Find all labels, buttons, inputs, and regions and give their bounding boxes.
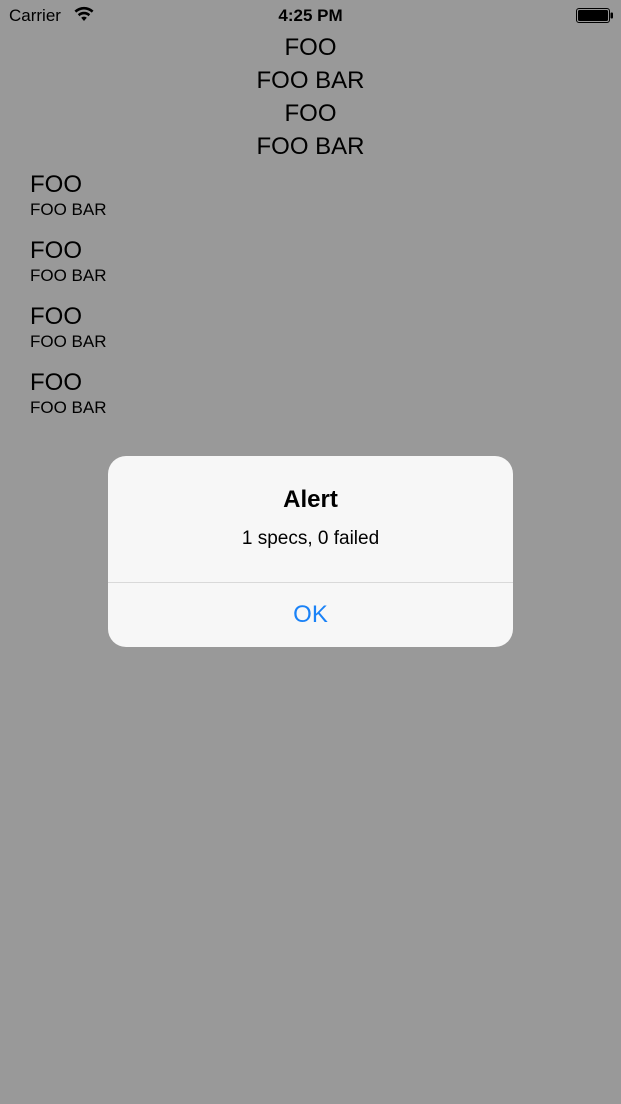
alert-title: Alert	[283, 486, 338, 513]
alert-message: 1 specs, 0 failed	[241, 528, 380, 549]
alert-dialog: Alert 1 specs, 0 failed OK	[108, 456, 513, 647]
ok-button[interactable]: OK	[108, 583, 513, 647]
